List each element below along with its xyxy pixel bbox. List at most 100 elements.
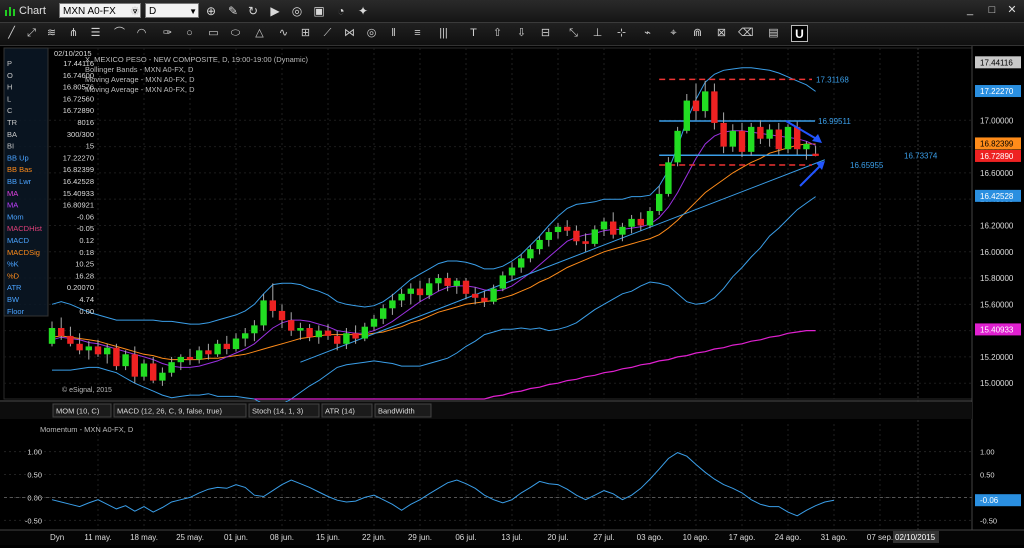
level-label: 16.99511 — [818, 117, 851, 126]
indicator-tab-label[interactable]: MOM (10, C) — [56, 407, 100, 416]
data-window-label: BB Up — [7, 153, 29, 162]
minimize-icon[interactable]: _ — [962, 2, 978, 18]
crosshair-icon[interactable]: ⊹ — [614, 26, 629, 41]
data-window-label: O — [7, 71, 13, 80]
measure-icon[interactable]: ⊥ — [590, 26, 605, 41]
u-button[interactable]: U — [791, 25, 808, 42]
data-window-label: %D — [7, 271, 20, 280]
data-window-value: 4.74 — [79, 295, 94, 304]
candle-body — [251, 325, 258, 334]
share-icon[interactable]: ◔ — [333, 3, 349, 19]
data-window-label: MACDHist — [7, 224, 43, 233]
price-flag-label: 16.42528 — [980, 192, 1014, 201]
data-window-value: 15.40933 — [63, 189, 94, 198]
cycle-icon[interactable]: ⌒ — [112, 26, 127, 41]
fib-icon[interactable]: ☰ — [88, 26, 103, 41]
sell-arrow-icon[interactable]: ⇩ — [514, 26, 529, 41]
candle-body — [775, 129, 782, 150]
candle-body — [453, 280, 460, 286]
candle-body — [490, 288, 497, 302]
indicator-tab-label[interactable]: MACD (12, 26, C, 9, false, true) — [117, 407, 223, 416]
indicator-tab-label[interactable]: Stoch (14, 1, 3) — [252, 407, 304, 416]
channel-icon[interactable]: ≋ — [44, 26, 59, 41]
link-icon[interactable]: ⚙ — [127, 3, 143, 19]
interval-dropdown-icon[interactable]: ▼ — [189, 4, 197, 19]
grid-icon[interactable]: ⊞ — [298, 26, 313, 41]
candle-body — [361, 326, 368, 339]
search-icon[interactable]: ⊕ — [203, 3, 219, 19]
x-tick-label: 08 jun. — [270, 533, 294, 542]
edit-icon[interactable]: ✎ — [225, 3, 241, 19]
y-tick-label: 17.00000 — [980, 116, 1014, 125]
screen-icon[interactable]: ◎ — [289, 3, 305, 19]
draw-line-icon[interactable]: ╱ — [4, 26, 19, 41]
candle-body — [278, 310, 286, 321]
candle-body — [242, 333, 249, 339]
x-tick-label: 03 ago. — [637, 533, 664, 542]
indicator-tab-label[interactable]: BandWidth — [378, 407, 415, 416]
y-tick-label: 15.00000 — [980, 379, 1014, 388]
circle-icon[interactable]: ○ — [182, 26, 197, 41]
wave-icon[interactable]: ∿ — [276, 26, 291, 41]
cursor-icon[interactable]: ⤡ — [566, 26, 581, 41]
interval-input[interactable]: D ▼ — [145, 3, 199, 18]
data-window-value: 16.80921 — [63, 201, 94, 210]
eraser-icon[interactable]: ⌫ — [738, 26, 754, 41]
x-tick-label: 06 jul. — [455, 533, 476, 542]
data-window-value: -0.06 — [77, 212, 94, 221]
lower-y-tick-left: 1.00 — [27, 448, 42, 457]
ellipse-icon[interactable]: ⬭ — [228, 26, 243, 41]
candle-body — [637, 218, 644, 226]
candle-body — [260, 300, 267, 326]
data-window-label: BA — [7, 130, 17, 139]
candle-body — [545, 232, 552, 240]
hlines-icon[interactable]: ≡ — [410, 26, 425, 41]
chart-area[interactable]: 17.31168 16.99511 16.73374 16.65955 © eSign… — [0, 46, 1024, 545]
ray-icon[interactable]: ⤢ — [24, 26, 39, 41]
arrow-up-icon[interactable]: ⇧ — [490, 26, 505, 41]
chart-canvas[interactable]: 17.31168 16.99511 16.73374 16.65955 © eSign… — [0, 46, 1024, 545]
close-icon[interactable]: ✕ — [1004, 2, 1020, 18]
twitter-icon[interactable]: ✦ — [355, 3, 371, 19]
text-icon[interactable]: ✑ — [160, 26, 175, 41]
chat-icon[interactable]: ▤ — [766, 26, 781, 41]
candle-body — [784, 126, 792, 150]
lower-y-tick-left: -0.50 — [25, 516, 42, 525]
x-tick-label: 10 ago. — [683, 533, 710, 542]
play-icon[interactable]: ▶ — [267, 3, 283, 19]
candle-body — [380, 308, 387, 319]
data-window-label: L — [7, 94, 11, 103]
x-tick-label: 24 ago. — [775, 533, 802, 542]
gann-icon[interactable]: ⋈ — [342, 26, 357, 41]
target-icon[interactable]: ◎ — [364, 26, 379, 41]
t-text-icon[interactable]: T — [466, 26, 481, 41]
interval-value: D — [149, 6, 157, 17]
arrow-line-icon[interactable]: ⟋ — [320, 26, 335, 41]
x-tick-label: 25 may. — [176, 533, 204, 542]
maximize-icon[interactable]: □ — [984, 2, 1000, 18]
data-window-label: %K — [7, 260, 19, 269]
candle-body — [720, 122, 727, 147]
bars-icon[interactable]: ||| — [436, 26, 451, 41]
hand-icon[interactable]: ⌖ — [666, 26, 681, 41]
refresh-icon[interactable]: ↻ — [245, 3, 261, 19]
video-icon[interactable]: ▣ — [311, 3, 327, 19]
candle-body — [499, 275, 506, 289]
candle-body — [766, 129, 773, 139]
arc-icon[interactable]: ◠ — [134, 26, 149, 41]
candle-body — [370, 318, 378, 327]
magnet-icon[interactable]: ⋒ — [690, 26, 705, 41]
candle-body — [692, 100, 700, 112]
candle-body — [288, 320, 295, 331]
lock-icon[interactable]: ⊠ — [714, 26, 729, 41]
data-window-label: Mom — [7, 212, 24, 221]
marker-icon[interactable]: ⊟ — [538, 26, 553, 41]
indicator-tab-label[interactable]: ATR (14) — [325, 407, 355, 416]
rectangle-icon[interactable]: ▭ — [206, 26, 221, 41]
polygon-icon[interactable]: △ — [252, 26, 267, 41]
symbol-value: MXN A0-FX — [63, 6, 116, 17]
vlines-icon[interactable]: ‖ — [386, 26, 401, 41]
pitchfork-icon[interactable]: ⋔ — [66, 26, 81, 41]
level-label: 16.73374 — [904, 151, 938, 160]
alert-icon[interactable]: ⌁ — [640, 26, 655, 41]
